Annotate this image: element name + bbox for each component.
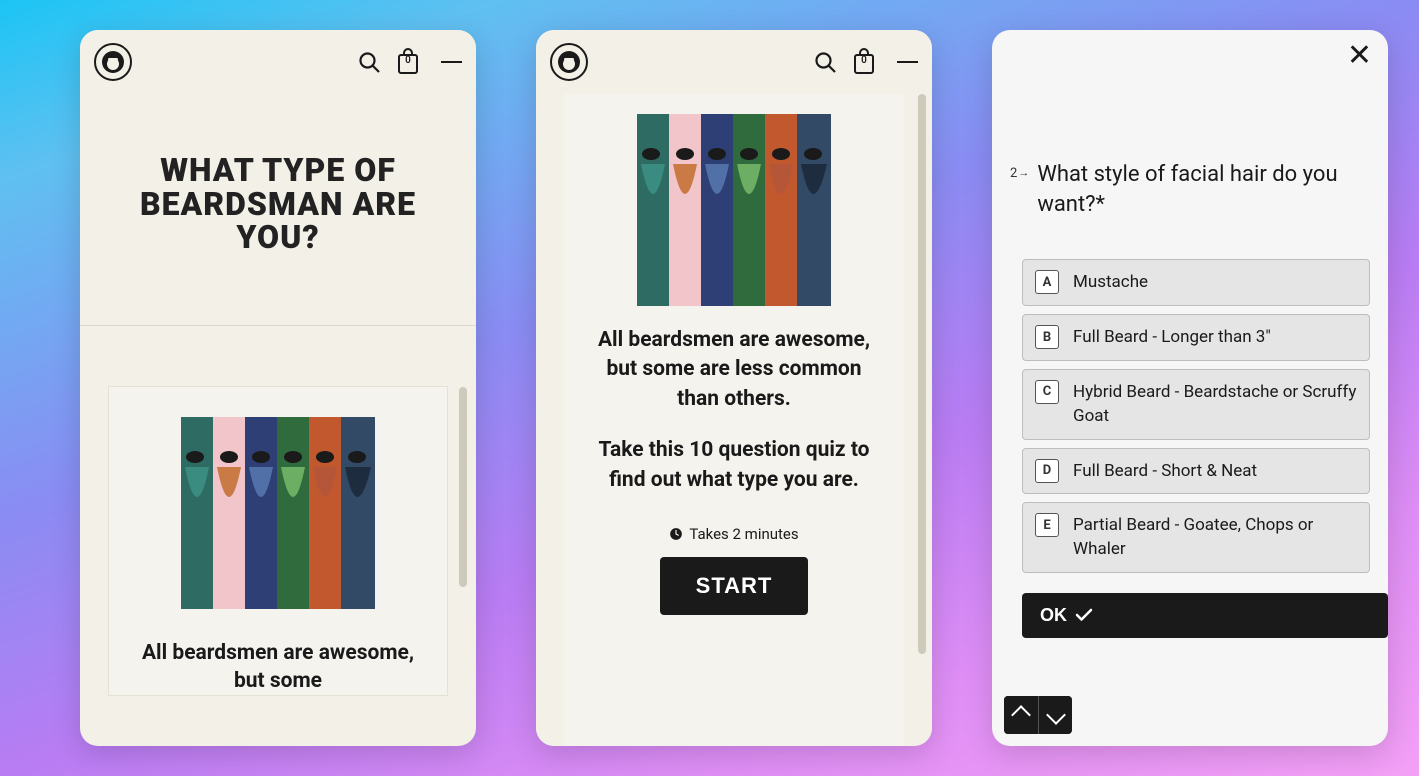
phone1-content: WHAT TYPE OF BEARDSMAN ARE YOU? All bear… bbox=[80, 94, 476, 746]
question-text: What style of facial hair do you want?* bbox=[1037, 160, 1370, 219]
beardsmen-illustration bbox=[637, 114, 831, 306]
ok-label: OK bbox=[1040, 605, 1067, 626]
close-icon[interactable]: ✕ bbox=[1347, 38, 1372, 73]
option-e[interactable]: E Partial Beard - Goatee, Chops or Whale… bbox=[1022, 502, 1370, 573]
prev-question-button[interactable] bbox=[1004, 696, 1038, 734]
option-key: A bbox=[1035, 270, 1059, 294]
quiz-duration: Takes 2 minutes bbox=[669, 525, 798, 543]
cart-count: 0 bbox=[394, 55, 422, 66]
cart-icon[interactable]: 0 bbox=[850, 47, 878, 77]
option-key: E bbox=[1035, 513, 1059, 537]
option-key: B bbox=[1035, 325, 1059, 349]
quiz-intro-card: All beardsmen are awesome, but some are … bbox=[564, 94, 904, 746]
phone-frame-2: 0 All beardsmen are awesome, but some ar… bbox=[536, 30, 932, 746]
header-bar: 0 bbox=[536, 30, 932, 94]
option-a[interactable]: A Mustache bbox=[1022, 259, 1370, 306]
phone2-content: All beardsmen are awesome, but some are … bbox=[536, 94, 932, 746]
cart-count: 0 bbox=[850, 55, 878, 66]
option-label: Hybrid Beard - Beardstache or Scruffy Go… bbox=[1073, 380, 1357, 429]
question-number: 2→ bbox=[1010, 166, 1029, 219]
brand-logo[interactable] bbox=[94, 43, 132, 81]
scrollbar[interactable] bbox=[459, 387, 467, 587]
check-icon bbox=[1075, 608, 1093, 622]
quiz-intro-card: All beardsmen are awesome, but some bbox=[108, 386, 448, 697]
chevron-down-icon bbox=[1046, 705, 1066, 725]
option-d[interactable]: D Full Beard - Short & Neat bbox=[1022, 448, 1370, 495]
search-icon[interactable] bbox=[810, 47, 840, 77]
clock-icon bbox=[669, 527, 683, 541]
quiz-top-bar: ✕ bbox=[992, 30, 1388, 80]
option-label: Full Beard - Longer than 3" bbox=[1073, 325, 1271, 350]
chevron-up-icon bbox=[1011, 705, 1031, 725]
header-bar: 0 bbox=[80, 30, 476, 94]
duration-text: Takes 2 minutes bbox=[689, 525, 798, 543]
search-icon[interactable] bbox=[354, 47, 384, 77]
brand-logo[interactable] bbox=[550, 43, 588, 81]
phone-frame-3: ✕ 2→ What style of facial hair do you wa… bbox=[992, 30, 1388, 746]
option-key: D bbox=[1035, 459, 1059, 483]
divider bbox=[80, 325, 476, 326]
menu-icon[interactable] bbox=[888, 47, 918, 77]
options-list: A Mustache B Full Beard - Longer than 3"… bbox=[1022, 259, 1370, 573]
scrollbar[interactable] bbox=[918, 94, 926, 654]
option-key: C bbox=[1035, 380, 1059, 404]
cart-icon[interactable]: 0 bbox=[394, 47, 422, 77]
next-question-button[interactable] bbox=[1038, 696, 1072, 734]
page-title: WHAT TYPE OF BEARDSMAN ARE YOU? bbox=[100, 154, 456, 255]
phone-frame-1: 0 WHAT TYPE OF BEARDSMAN ARE YOU? All be… bbox=[80, 30, 476, 746]
menu-icon[interactable] bbox=[432, 47, 462, 77]
beardsmen-illustration bbox=[181, 417, 375, 609]
start-button[interactable]: START bbox=[660, 557, 809, 615]
ok-button[interactable]: OK bbox=[1022, 593, 1388, 638]
option-label: Full Beard - Short & Neat bbox=[1073, 459, 1257, 484]
option-label: Partial Beard - Goatee, Chops or Whaler bbox=[1073, 513, 1357, 562]
option-label: Mustache bbox=[1073, 270, 1148, 295]
option-b[interactable]: B Full Beard - Longer than 3" bbox=[1022, 314, 1370, 361]
question-header: 2→ What style of facial hair do you want… bbox=[992, 160, 1388, 219]
quiz-description-snippet: All beardsmen are awesome, but some bbox=[129, 639, 427, 696]
quiz-nav bbox=[1004, 696, 1072, 734]
option-c[interactable]: C Hybrid Beard - Beardstache or Scruffy … bbox=[1022, 369, 1370, 440]
quiz-description-1: All beardsmen are awesome, but some are … bbox=[582, 326, 886, 414]
quiz-description-2: Take this 10 question quiz to find out w… bbox=[582, 436, 886, 495]
